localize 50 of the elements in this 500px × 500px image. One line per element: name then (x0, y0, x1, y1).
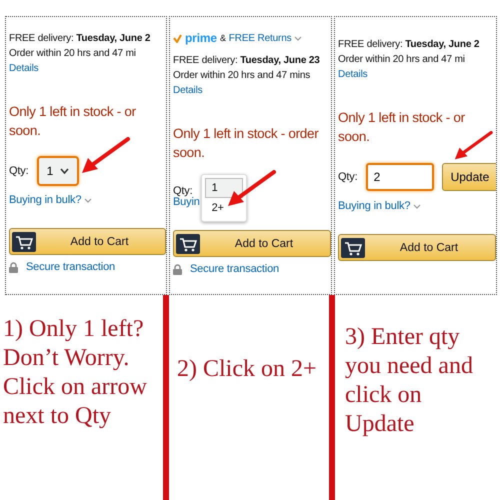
cart-icon (12, 232, 36, 252)
delivery-text: FREE delivery: Tuesday, June 2 (9, 32, 150, 46)
add-to-cart-button[interactable]: Add to Cart (9, 228, 166, 255)
qty-input-field[interactable]: 2 (366, 163, 434, 191)
secure-link[interactable]: Secure transaction (190, 263, 280, 275)
returns-link[interactable]: FREE Returns (228, 32, 292, 44)
cart-icon (176, 234, 200, 254)
dropdown-option[interactable]: 2+ (204, 198, 243, 218)
details-link[interactable]: Details (9, 61, 39, 76)
add-to-cart-button[interactable]: Add to Cart (173, 230, 331, 257)
lock-icon (9, 262, 18, 272)
stock-warning: Only 1 left in stock - or (9, 103, 136, 121)
order-time-text: Order within 20 hrs and 47 mins (173, 69, 310, 83)
delivery-text: FREE delivery: Tuesday, June 2 (338, 38, 480, 52)
chevron-icon (60, 168, 70, 174)
add-to-cart-button[interactable]: Add to Cart (338, 234, 496, 261)
qty-label: Qty: (9, 165, 29, 177)
bulk-link[interactable]: Buying in bulk? (338, 200, 410, 212)
step-caption: 1) Only 1 left? Don’t Worry. Click on arrow next to Qty (3, 315, 148, 431)
stock-warning: soon. (173, 144, 205, 162)
details-link[interactable]: Details (338, 67, 368, 82)
pointer-arrow (454, 131, 493, 160)
delivery-text: FREE delivery: Tuesday, June 23 (173, 54, 320, 68)
qty-dropdown[interactable]: 1 (36, 156, 80, 186)
prime-logo: prime (185, 31, 217, 45)
and-text: & (220, 33, 226, 43)
order-time-text: Order within 20 hrs and 47 mi (338, 53, 465, 67)
chevron-icon (294, 36, 302, 40)
step-caption: 3) Enter qty you need and click on Update (345, 323, 474, 439)
stock-warning: soon. (9, 122, 41, 140)
stock-warning: Only 1 left in stock - or (338, 109, 465, 127)
chevron-icon (84, 198, 92, 202)
dropdown-option[interactable]: 1 (204, 178, 243, 198)
lock-icon (173, 264, 182, 274)
cart-icon (341, 238, 365, 258)
stock-warning: soon. (338, 128, 370, 146)
secure-link[interactable]: Secure transaction (26, 261, 116, 273)
bulk-link[interactable]: Buying in bulk? (9, 194, 82, 206)
bulk-link[interactable]: Buyin (173, 196, 200, 208)
qty-label: Qty: (338, 171, 358, 183)
stock-warning: Only 1 left in stock - order (173, 125, 318, 143)
order-time-text: Order within 20 hrs and 47 mi (9, 47, 136, 61)
update-button[interactable]: Update (442, 163, 496, 191)
qty-label: Qty: (173, 185, 193, 197)
check-icon (173, 34, 182, 42)
step-caption: 2) Click on 2+ (177, 355, 317, 384)
chevron-icon (413, 204, 422, 208)
pointer-arrow (82, 137, 130, 173)
details-link[interactable]: Details (173, 83, 203, 98)
pointer-arrow (228, 170, 276, 206)
